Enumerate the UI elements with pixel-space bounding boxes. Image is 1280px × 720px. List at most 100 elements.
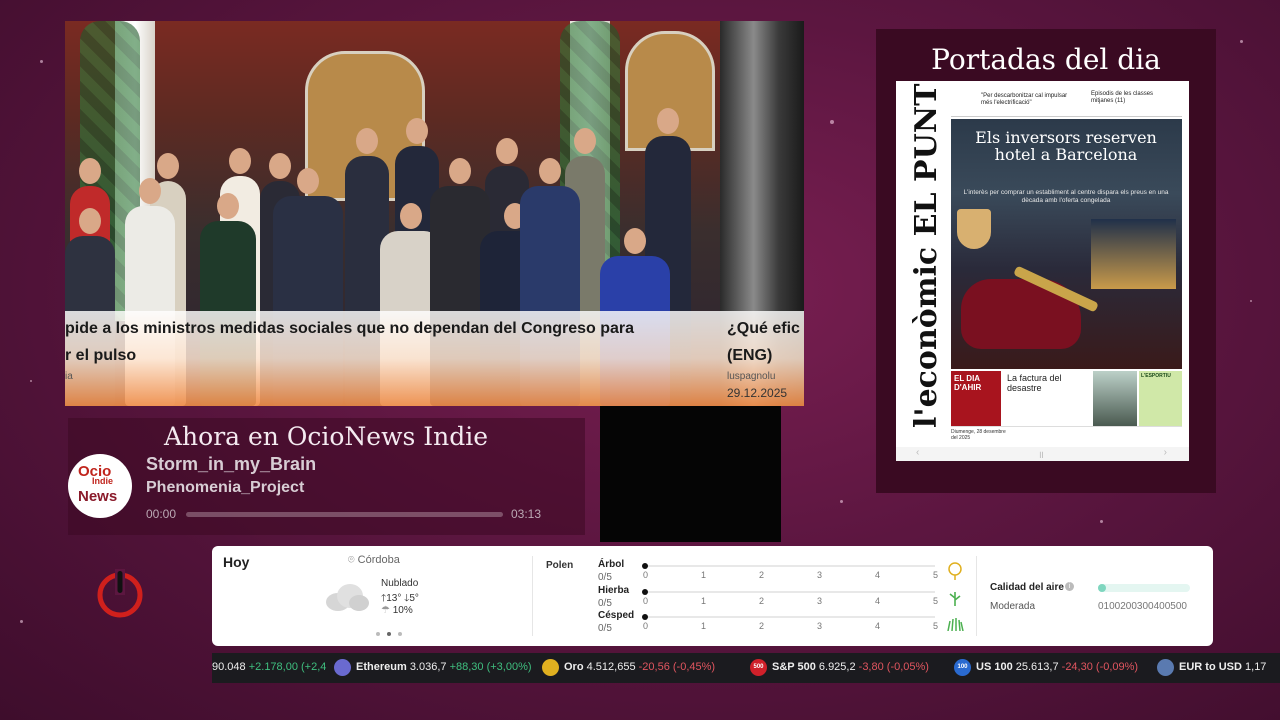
pollen-tick: 5: [933, 570, 939, 580]
logo-text-news: News: [78, 488, 118, 505]
pollen-track: [645, 565, 935, 567]
news-headline-2-line1[interactable]: ¿Qué efic: [727, 320, 800, 338]
tree-icon: [948, 562, 962, 580]
front-pages-title: Portadas del dia: [931, 43, 1161, 76]
news-headline-2-line2[interactable]: (ENG): [727, 347, 772, 365]
pollen-tick: 5: [933, 621, 939, 631]
power-icon: [97, 569, 143, 618]
pollen-label: Césped: [598, 610, 635, 621]
newspaper-bottom-section: EL DIA D'AHIR La factura del desastre L'…: [951, 371, 1182, 426]
track-title: Storm_in_my_Brain: [146, 454, 317, 474]
pollen-label: Árbol: [598, 559, 625, 570]
pollen-tick: 1: [701, 621, 707, 631]
weather-location-text: Córdoba: [357, 554, 400, 566]
ticker-name: EUR to USD: [1179, 661, 1242, 673]
ticker-name: US 100: [976, 661, 1013, 673]
ticker-name: Oro: [564, 661, 584, 673]
total-time: 03:13: [511, 507, 542, 521]
pollen-tick: 1: [701, 596, 707, 606]
pollen-tick: 2: [759, 596, 765, 606]
pollen-level-marker: [642, 563, 648, 569]
newspaper-date: Diumenge, 28 desembre del 2025: [951, 429, 1006, 441]
playback-progress-bar[interactable]: [186, 512, 503, 517]
news-headline-line2[interactable]: r el pulso: [65, 347, 136, 365]
now-playing-widget: Ahora en OcioNews Indie Ocio Indie News …: [68, 418, 585, 535]
newspaper-cover-photo: Els inversors reserven hotel a Barcelona…: [951, 119, 1182, 369]
pollen-tick: 3: [817, 570, 823, 580]
pollen-track: [645, 616, 935, 618]
elapsed-time: 00:00: [146, 507, 177, 521]
ticker-change: -20,56 (-0,45%): [638, 661, 716, 673]
cover-navigation: ‹ ॥ ›: [896, 447, 1189, 461]
bottom-mid-block: La factura del desastre: [1003, 371, 1093, 426]
newspaper-footer: Diumenge, 28 desembre del 2025: [951, 426, 1182, 448]
carousel-dot-1[interactable]: [376, 632, 380, 636]
gold-icon: [542, 659, 559, 676]
ticker-change: +88,30 (+3,00%): [449, 661, 532, 673]
bottom-photo: [1093, 371, 1137, 426]
ticker-item[interactable]: S&P 500 6.925,2 -3,80 (-0,05%): [772, 661, 929, 673]
carousel-dot-3[interactable]: [398, 632, 402, 636]
news-slider[interactable]: pide a los ministros medidas sociales qu…: [65, 21, 804, 406]
pollen-tick: 4: [875, 570, 881, 580]
air-quality-bar-fill: [1098, 584, 1106, 592]
ticker-price: 3.036,7: [409, 661, 447, 673]
air-quality-label: Calidad del aire: [990, 582, 1064, 593]
grass-icon: [947, 618, 964, 631]
pollen-track: [645, 591, 935, 593]
weather-day: Hoy: [223, 554, 250, 570]
logo-text-indie: Indie: [92, 476, 114, 486]
air-quality-bar: [1098, 584, 1190, 592]
weather-location: ⌾ Córdoba: [348, 554, 400, 567]
pollen-tick: 0: [643, 621, 649, 631]
carousel-dot-2[interactable]: [387, 632, 391, 636]
pause-icon[interactable]: ॥: [1038, 447, 1044, 461]
index-100-icon: 100: [954, 659, 971, 676]
weather-widget: Hoy ⌾ Córdoba Nublado 🡑13° 🡓5° ☂ 10% Pol…: [212, 546, 1213, 646]
market-ticker[interactable]: 90.048 +2.178,00 (+2,4 Ethereum 3.036,7 +…: [212, 653, 1280, 683]
chevron-right-icon[interactable]: ›: [1164, 447, 1167, 458]
ticker-item[interactable]: EUR to USD 1,17: [1179, 661, 1266, 673]
topbar-left-text: "Per descarbonitzar cal impulsar més l'e…: [981, 93, 1068, 106]
pollen-tick: 2: [759, 621, 765, 631]
ticker-item[interactable]: Oro 4.512,655 -20,56 (-0,45%): [564, 661, 715, 673]
power-button[interactable]: [94, 567, 146, 619]
pollen-tick: 4: [875, 596, 881, 606]
now-playing-title: Ahora en OcioNews Indie: [164, 422, 489, 451]
bottom-mid-headline: La factura del desastre: [1007, 373, 1062, 393]
bottom-sport-label: L'ESPORTIU: [1141, 373, 1171, 379]
ticker-price: 1,17: [1245, 661, 1267, 673]
chevron-left-icon[interactable]: ‹: [916, 447, 919, 458]
pollen-value: 0/5: [598, 598, 612, 609]
topbar-right-text: Episodis de les classes mitjanes (11): [1091, 91, 1154, 104]
cloud-icon: [326, 584, 369, 611]
bottom-sport-box: L'ESPORTIU: [1139, 371, 1182, 426]
pollen-tick: 2: [759, 570, 765, 580]
newspaper-topbar: "Per descarbonitzar cal impulsar més l'e…: [951, 83, 1182, 117]
news-source: ia: [65, 371, 73, 382]
lamp-image: [957, 209, 991, 249]
ticker-item[interactable]: Ethereum 3.036,7 +88,30 (+3,00%): [356, 661, 532, 673]
ethereum-icon: [334, 659, 351, 676]
herb-icon: [949, 592, 961, 606]
front-pages-widget: Portadas del dia l'econòmic EL PUNT AVUI…: [876, 29, 1216, 493]
pollen-level-marker: [642, 589, 648, 595]
ticker-item[interactable]: 90.048 +2.178,00 (+2,4: [212, 661, 326, 673]
pollen-value: 0/5: [598, 623, 612, 634]
news-source-2: luspagnolu: [727, 371, 776, 382]
cover-subheadline: L'interès per comprar un establiment al …: [963, 189, 1169, 204]
air-quality-value: Moderada: [990, 601, 1036, 612]
info-icon[interactable]: i: [1065, 582, 1074, 591]
pollen-tick: 4: [875, 621, 881, 631]
rain-probability: 10%: [392, 605, 413, 616]
ticker-change: -24,30 (-0,09%): [1061, 661, 1139, 673]
news-headline-line1[interactable]: pide a los ministros medidas sociales qu…: [65, 320, 634, 338]
newspaper-masthead: l'econòmic EL PUNT AVUI+: [909, 81, 944, 428]
pollen-value: 0/5: [598, 572, 612, 583]
track-artist: Phenomenia_Project: [146, 479, 305, 496]
temp-low: 5°: [409, 593, 419, 604]
ticker-item[interactable]: US 100 25.613,7 -24,30 (-0,09%): [976, 661, 1138, 673]
pollen-tick: 1: [701, 570, 707, 580]
newspaper-cover[interactable]: l'econòmic EL PUNT AVUI+ "Per descarboni…: [896, 81, 1189, 461]
station-logo: Ocio Indie News: [68, 454, 132, 518]
